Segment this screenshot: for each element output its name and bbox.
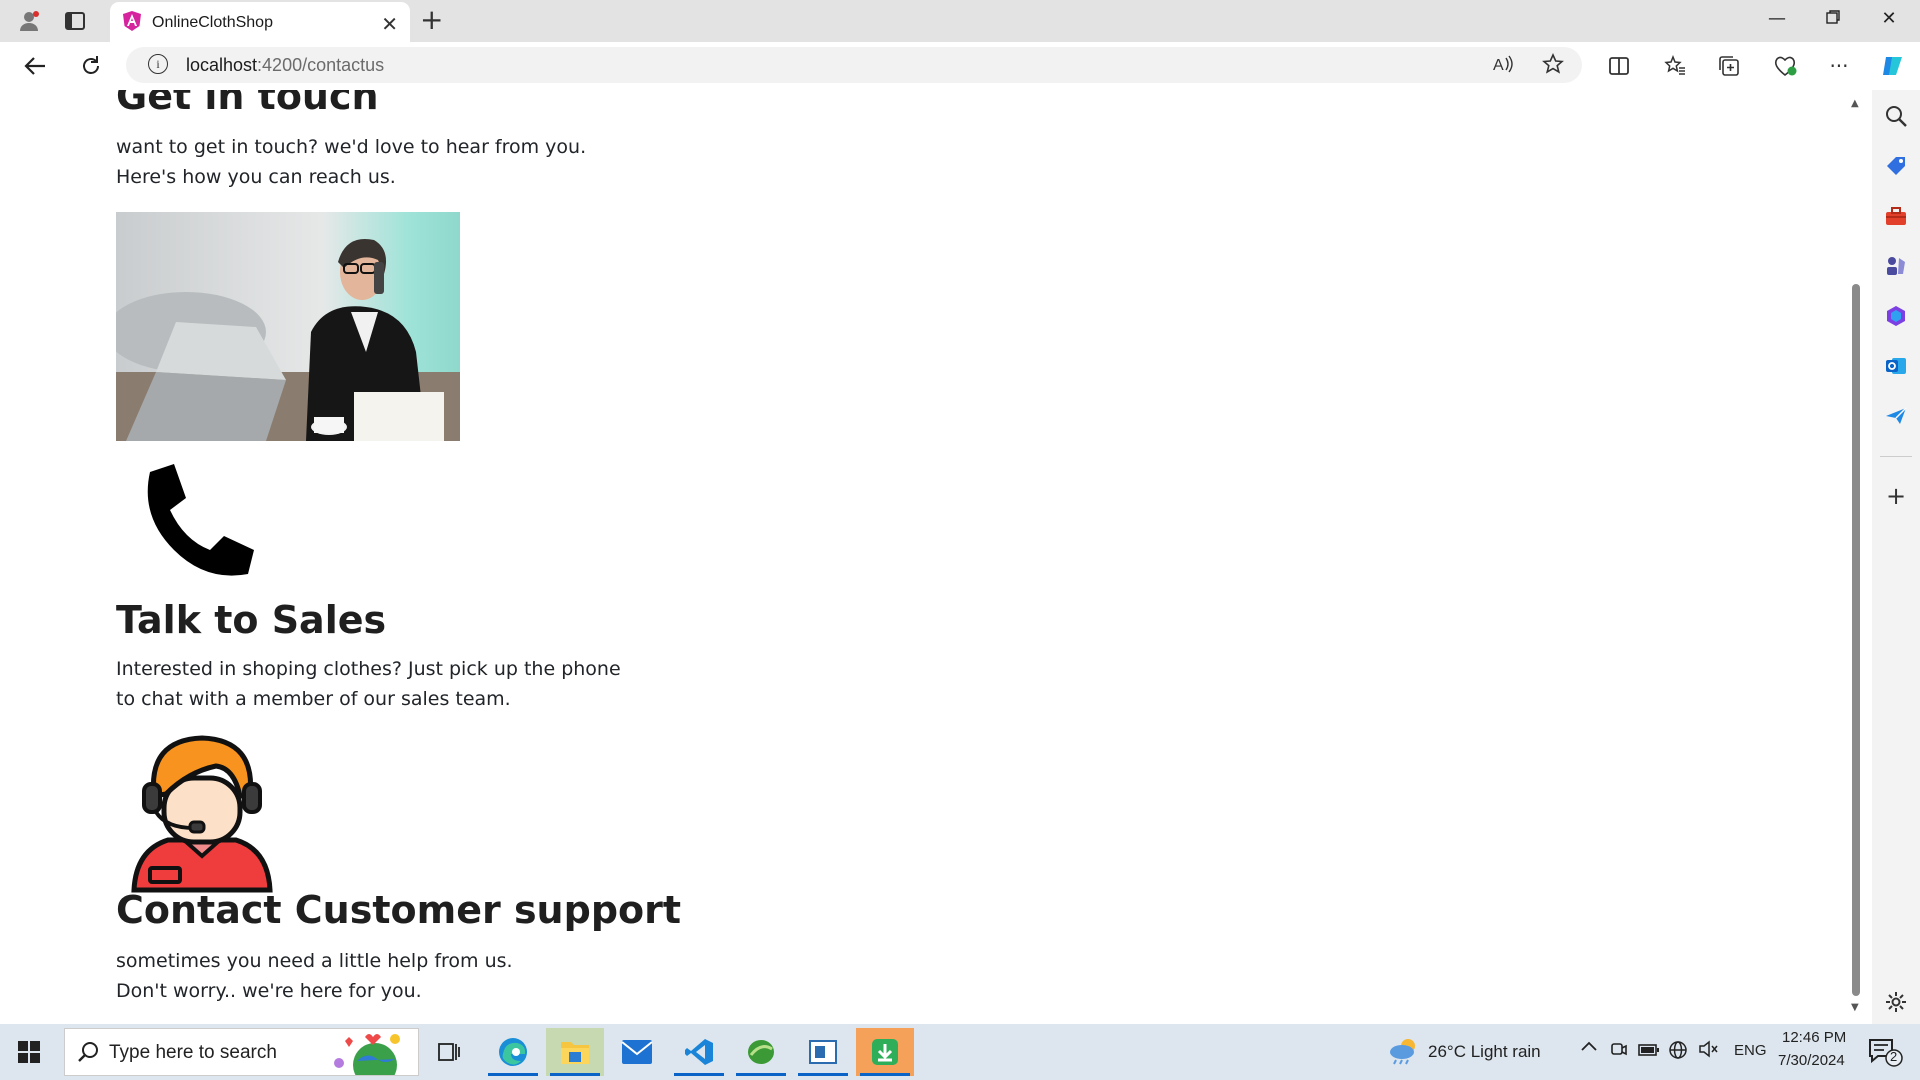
- green-app-active-indicator: [736, 1073, 786, 1076]
- scroll-thumb[interactable]: [1852, 284, 1860, 996]
- scroll-up-icon[interactable]: ▲: [1851, 98, 1859, 109]
- copilot-icon[interactable]: [1878, 52, 1908, 80]
- taskbar-search-text: Type here to search: [109, 1042, 277, 1063]
- browser-essentials-icon[interactable]: [1770, 52, 1800, 80]
- toolbox-icon[interactable]: [1884, 204, 1908, 228]
- browser-toolbar: i localhost:4200/contactus A ···: [0, 42, 1920, 90]
- windows-start-icon[interactable]: [0, 1028, 58, 1076]
- restore-icon[interactable]: [1810, 8, 1856, 34]
- scroll-down-icon[interactable]: ▼: [1851, 1002, 1859, 1013]
- contact-photo: [106, 212, 460, 441]
- angular-favicon-icon: [122, 10, 142, 36]
- search-icon[interactable]: [1884, 104, 1908, 128]
- support-line-1: sometimes you need a little help from us…: [116, 950, 513, 972]
- close-window-icon[interactable]: ✕: [1866, 8, 1912, 34]
- url-path: :4200/contactus: [257, 55, 385, 75]
- collections-icon[interactable]: [1714, 52, 1744, 80]
- profile-icon[interactable]: [14, 8, 44, 34]
- show-hidden-icons-icon[interactable]: [1580, 1038, 1598, 1058]
- favorites-icon[interactable]: [1660, 52, 1690, 80]
- outlook-icon[interactable]: [1884, 354, 1908, 378]
- page-scrollbar[interactable]: ▲ ▼: [1846, 94, 1868, 1018]
- intro-line-2: Here's how you can reach us.: [116, 166, 396, 188]
- download-app-icon[interactable]: [856, 1028, 914, 1076]
- edge-active-indicator: [488, 1073, 538, 1076]
- support-line-2: Don't worry.. we're here for you.: [116, 980, 422, 1002]
- explorer-active-indicator: [550, 1073, 600, 1076]
- settings-icon[interactable]: [1884, 990, 1908, 1014]
- battery-icon[interactable]: [1638, 1042, 1660, 1062]
- customer-support-heading: Contact Customer support: [116, 888, 682, 932]
- add-icon[interactable]: +: [1884, 484, 1908, 508]
- download-app-active-indicator: [860, 1073, 910, 1076]
- weather-icon[interactable]: [1388, 1036, 1420, 1070]
- clock-time[interactable]: 12:46 PM: [1782, 1029, 1846, 1046]
- send-icon[interactable]: [1884, 404, 1908, 428]
- notepad-app-icon[interactable]: [794, 1028, 852, 1076]
- taskbar-search-box[interactable]: Type here to search: [64, 1028, 419, 1080]
- talk-to-sales-heading: Talk to Sales: [116, 598, 387, 642]
- sales-line-1: Interested in shoping clothes? Just pick…: [116, 658, 621, 680]
- page-viewport: Get in touch want to get in touch? we'd …: [6, 90, 1850, 1024]
- new-tab-icon[interactable]: +: [420, 6, 443, 34]
- browser-title-bar: OnlineClothShop ✕ + — ✕: [0, 0, 1920, 44]
- svg-text:A: A: [1493, 57, 1504, 74]
- vscode-active-indicator: [674, 1073, 724, 1076]
- volume-muted-icon[interactable]: [1698, 1040, 1718, 1063]
- phone-icon: [136, 462, 258, 580]
- file-explorer-icon[interactable]: [546, 1028, 604, 1076]
- tab-title: OnlineClothShop: [152, 14, 273, 31]
- clock-date[interactable]: 7/30/2024: [1778, 1052, 1845, 1069]
- task-view-icon[interactable]: [420, 1028, 478, 1076]
- notepad-active-indicator: [798, 1073, 848, 1076]
- sidebar-divider: [1880, 456, 1912, 457]
- site-info-icon[interactable]: i: [148, 54, 168, 74]
- vscode-icon[interactable]: [670, 1028, 728, 1076]
- chess-icon[interactable]: [1884, 254, 1908, 278]
- sales-line-2: to chat with a member of our sales team.: [116, 688, 511, 710]
- back-icon[interactable]: [20, 52, 50, 80]
- refresh-icon[interactable]: [76, 52, 106, 80]
- tag-icon[interactable]: [1884, 154, 1908, 178]
- support-agent-icon: [126, 732, 278, 894]
- tab-onlineclothshop[interactable]: OnlineClothShop ✕: [110, 2, 410, 44]
- read-aloud-icon[interactable]: A: [1492, 53, 1514, 80]
- language-indicator[interactable]: ENG: [1734, 1042, 1767, 1059]
- windows-taskbar: Type here to search 26°C Light rain ENG …: [0, 1024, 1920, 1080]
- favorite-star-icon[interactable]: [1542, 53, 1564, 80]
- intro-line-1: want to get in touch? we'd love to hear …: [116, 136, 587, 158]
- more-options-icon[interactable]: ···: [1824, 52, 1854, 80]
- search-highlight-icon: [325, 1031, 417, 1080]
- mail-icon[interactable]: [608, 1028, 666, 1076]
- get-in-touch-heading: Get in touch: [116, 90, 379, 118]
- edge-sidebar: +: [1872, 90, 1920, 1024]
- url-text[interactable]: localhost:4200/contactus: [186, 55, 384, 76]
- meet-icon[interactable]: [1610, 1040, 1628, 1063]
- tab-actions-icon[interactable]: [60, 8, 90, 34]
- close-tab-icon[interactable]: ✕: [381, 12, 398, 36]
- address-bar[interactable]: i localhost:4200/contactus A: [126, 47, 1582, 83]
- url-host: localhost: [186, 55, 258, 75]
- notification-count: 2: [1890, 1049, 1898, 1064]
- split-screen-icon[interactable]: [1604, 52, 1634, 80]
- edge-taskbar-icon[interactable]: [484, 1028, 542, 1076]
- taskbar-search-icon: [77, 1041, 99, 1067]
- office-icon[interactable]: [1884, 304, 1908, 328]
- minimize-icon[interactable]: —: [1754, 8, 1800, 34]
- notifications-icon[interactable]: 2: [1868, 1036, 1904, 1072]
- network-icon[interactable]: [1668, 1040, 1688, 1065]
- weather-text[interactable]: 26°C Light rain: [1428, 1042, 1541, 1062]
- green-app-icon[interactable]: [732, 1028, 790, 1076]
